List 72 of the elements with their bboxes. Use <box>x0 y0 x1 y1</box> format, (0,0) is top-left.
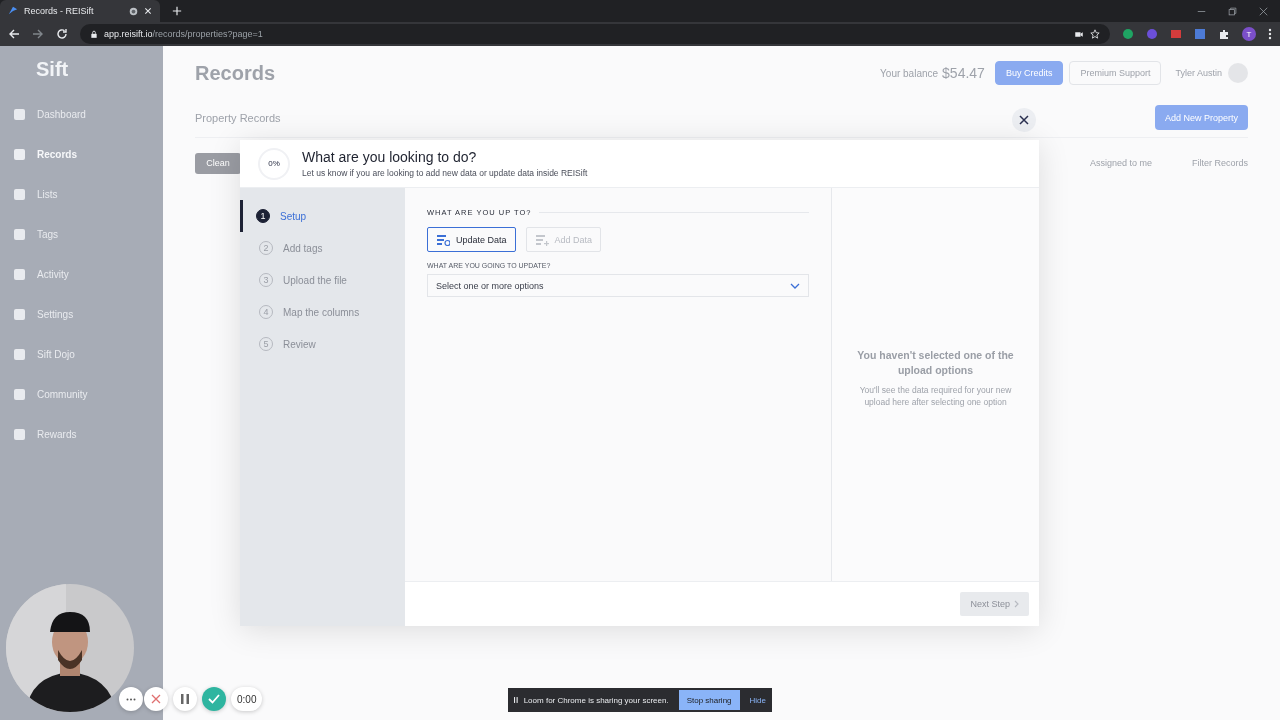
step-item[interactable]: 3 Upload the file <box>240 264 405 296</box>
balance-value: $54.47 <box>942 65 985 81</box>
cancel-button[interactable] <box>144 687 168 711</box>
close-icon <box>1019 115 1029 125</box>
pause-icon <box>181 694 189 704</box>
empty-title: You haven't selected one of the upload options <box>856 348 1015 378</box>
bird-logo-icon <box>8 6 18 16</box>
list-refresh-icon <box>436 233 450 246</box>
step-number: 1 <box>256 209 270 223</box>
recording-dot-icon <box>129 6 138 16</box>
sidebar-item[interactable]: Sift Dojo <box>14 334 149 374</box>
extension-icon[interactable] <box>1170 28 1182 40</box>
user-name: Tyler Austin <box>1175 68 1222 78</box>
finish-button[interactable] <box>202 687 226 711</box>
balance-label: Your balance <box>880 67 939 79</box>
lock-icon <box>90 29 98 39</box>
recording-timer: 0:00 <box>231 687 263 711</box>
dialog-subtitle: Let us know if you are looking to add new data or update data inside REISift <box>302 168 588 178</box>
buy-credits-button[interactable]: Buy Credits <box>994 61 1064 85</box>
more-icon <box>126 697 136 701</box>
assigned-filter[interactable]: Assigned to me <box>1089 158 1152 168</box>
logo: Sift <box>35 58 70 82</box>
support-button[interactable]: Premium Support <box>1069 61 1162 85</box>
step-item[interactable]: 5 Review <box>240 328 405 360</box>
page-title: Records <box>195 61 276 85</box>
close-button[interactable] <box>1012 108 1036 132</box>
pause-icon <box>514 696 518 704</box>
sidebar-item[interactable]: Community <box>14 374 149 414</box>
back-icon[interactable] <box>8 28 20 40</box>
sidebar-item[interactable]: Lists <box>14 174 149 214</box>
step-item[interactable]: 2 Add tags <box>240 232 405 264</box>
progress-ring: 0% <box>258 147 290 180</box>
extension-icon[interactable] <box>1194 28 1206 40</box>
sidebar-item[interactable]: Activity <box>14 254 149 294</box>
stop-sharing-button[interactable]: Stop sharing <box>678 690 740 710</box>
sidebar-item[interactable]: Settings <box>14 294 149 334</box>
check-icon <box>208 694 220 704</box>
sidebar-item[interactable]: Records <box>14 134 149 174</box>
option-button[interactable]: Update Data <box>427 227 516 252</box>
puzzle-icon[interactable] <box>1218 28 1230 40</box>
close-icon <box>151 694 161 704</box>
sidebar-item[interactable]: Dashboard <box>14 94 149 134</box>
empty-text: You'll see the data required for your new upload here after selecting one option <box>858 385 1013 410</box>
camera-icon[interactable] <box>1074 29 1084 39</box>
hide-link[interactable]: Hide <box>749 695 766 705</box>
close-icon[interactable] <box>1259 6 1268 16</box>
option-button[interactable]: Add Data <box>525 227 602 252</box>
tab[interactable]: Property Records <box>195 111 281 124</box>
profile-avatar[interactable]: T <box>1242 27 1256 41</box>
step-item[interactable]: 4 Map the columns <box>240 296 405 328</box>
next-step-button[interactable]: Next Step <box>960 592 1029 616</box>
pause-button[interactable] <box>173 687 197 711</box>
reload-icon[interactable] <box>56 28 68 40</box>
clean-button[interactable]: Clean <box>195 152 241 174</box>
filter-button[interactable]: Filter Records <box>1192 158 1248 168</box>
dialog-title: What are you looking to do? <box>302 149 478 165</box>
list-plus-icon <box>534 233 549 246</box>
chevron-down-icon <box>790 282 800 289</box>
sharing-message: Loom for Chrome is sharing your screen. <box>523 695 669 705</box>
restore-icon[interactable] <box>1228 6 1237 16</box>
sidebar-item[interactable]: Tags <box>14 214 149 254</box>
chevron-right-icon <box>1014 600 1019 608</box>
forward-icon[interactable] <box>32 28 44 40</box>
add-property-button[interactable]: Add New Property <box>1154 105 1248 130</box>
extension-icon[interactable] <box>1122 28 1134 40</box>
new-tab-icon[interactable] <box>172 6 182 16</box>
address-bar[interactable]: app.reisift.io/records/properties?page=1 <box>80 24 1110 44</box>
star-icon[interactable] <box>1090 29 1100 39</box>
sidebar-item[interactable]: Rewards <box>14 414 149 454</box>
select-field[interactable]: Select one or more options <box>427 274 809 297</box>
browser-tab[interactable]: Records - REISift <box>0 0 160 22</box>
more-icon[interactable] <box>1268 28 1272 40</box>
